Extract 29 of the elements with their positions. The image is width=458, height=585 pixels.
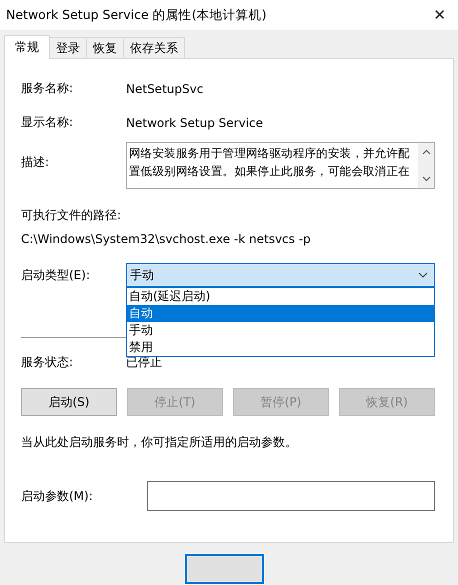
- path-value: C:\Windows\System32\svchost.exe -k netsvcs -p: [21, 232, 312, 246]
- startup-type-dropdown[interactable]: 手动: [126, 263, 435, 287]
- scroll-up-icon[interactable]: [422, 149, 430, 155]
- default-button[interactable]: [185, 554, 264, 584]
- field-label: 启动类型(E):: [21, 267, 91, 284]
- field-label: 显示名称:: [21, 114, 74, 131]
- description-text: 网络安装服务用于管理网络驱动程序的安装，并允许配置低级别网络设置。如果停止此服务，可能会取消正在: [129, 145, 411, 180]
- dropdown-option[interactable]: 手动: [127, 322, 434, 339]
- hint-text: 当从此处启动服务时，你可指定所适用的启动参数。: [21, 434, 298, 451]
- tab[interactable]: 依存关系: [123, 37, 185, 58]
- dropdown-option[interactable]: 禁用: [127, 339, 434, 356]
- description-box[interactable]: 网络安装服务用于管理网络驱动程序的安装，并允许配置低级别网络设置。如果停止此服务，可能会取消正在: [126, 142, 435, 189]
- dropdown-option[interactable]: 自动(延迟启动): [127, 288, 434, 305]
- field-label: 描述:: [21, 154, 50, 171]
- parameters-field[interactable]: [147, 481, 435, 511]
- path-label: 可执行文件的路径:: [21, 207, 122, 224]
- dropdown-option[interactable]: 自动: [127, 305, 434, 322]
- chevron-icon: [418, 272, 428, 278]
- field-value: 已停止: [126, 354, 162, 371]
- tab[interactable]: 常规: [4, 35, 50, 59]
- field-label: 服务名称:: [21, 80, 74, 97]
- field-value: Network Setup Service: [126, 116, 264, 130]
- close-button[interactable]: ✕: [421, 0, 458, 30]
- field-label: 服务状态:: [21, 354, 74, 371]
- field-value: NetSetupSvc: [126, 82, 204, 96]
- field-label: 启动参数(M):: [21, 488, 94, 504]
- service-button[interactable]: 启动(S): [21, 388, 117, 416]
- window-title: Network Setup Service 的属性(本地计算机): [6, 6, 266, 24]
- scroll-down-icon[interactable]: [422, 176, 430, 182]
